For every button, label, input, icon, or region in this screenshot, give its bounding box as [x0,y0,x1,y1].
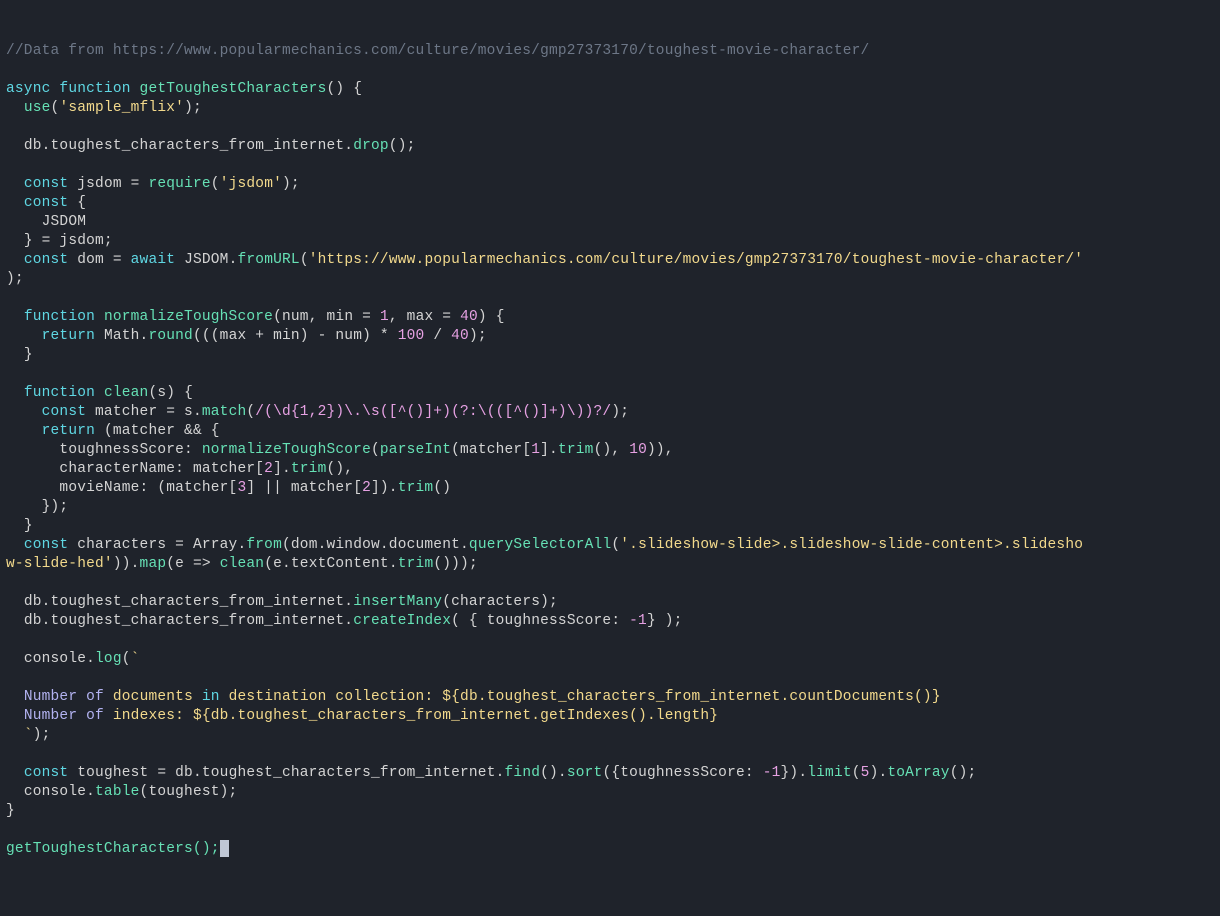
paren: () { [326,81,362,97]
fn-use: use [24,100,51,116]
db-name: sample_mflix [68,100,175,116]
jsdom-const: JSDOM [42,214,87,230]
fn-table: table [95,784,140,800]
fn-qsa: querySelectorAll [469,537,611,553]
comment-line: //Data from https://www.popularmechanics… [6,43,869,59]
fn-drop: drop [353,138,389,154]
kw-async: async [6,81,51,97]
fn-fromURL: fromURL [238,252,300,268]
fn-main: getToughestCharacters [140,81,327,97]
regex: /(\d{1,2})\.\s([^()]+)(?:\(([^()]+)\))?/ [255,404,611,420]
fn-log: log [95,651,122,667]
url-arg: https://www.popularmechanics.com/culture… [318,252,1075,268]
coll-drop: toughest_characters_from_internet [51,138,345,154]
fn-clean: clean [104,385,149,401]
fn-insertmany: insertMany [353,594,442,610]
kw-function: function [59,81,130,97]
fn-from: from [246,537,282,553]
fn-call: getToughestCharacters(); [6,841,220,857]
cursor-icon [220,840,229,857]
code-editor[interactable]: //Data from https://www.popularmechanics… [6,42,1214,859]
fn-normalize: normalizeToughScore [104,309,273,325]
fn-match: match [202,404,247,420]
require-arg: jsdom [229,176,274,192]
fn-createindex: createIndex [353,613,451,629]
fn-round: round [148,328,193,344]
